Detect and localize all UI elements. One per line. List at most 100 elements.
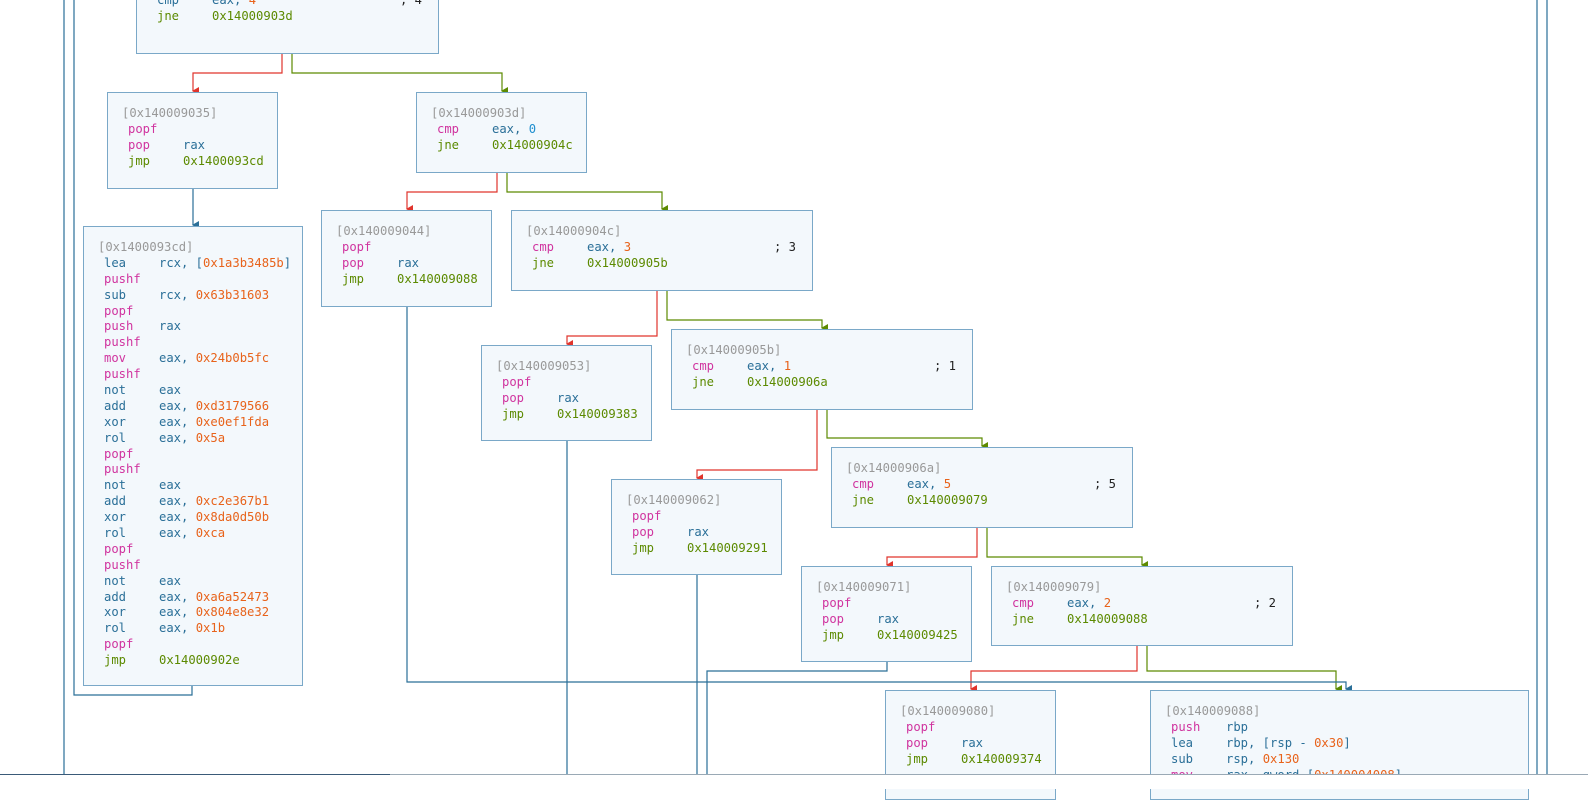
instruction-line[interactable]: popf: [496, 375, 645, 391]
jump-target[interactable]: 0x14000904c: [492, 138, 573, 152]
instruction-line[interactable]: pop rax: [336, 256, 485, 272]
block-0x140009035[interactable]: [0x140009035] popf pop rax jmp 0x1400093cd: [107, 92, 278, 189]
instruction-line[interactable]: rol eax, 0xca: [98, 526, 296, 542]
instruction-line[interactable]: pop rax: [122, 138, 271, 154]
instruction-line[interactable]: push rbp: [1165, 720, 1522, 736]
block-address[interactable]: [0x14000903d]: [431, 106, 580, 122]
jump-target[interactable]: 0x140009425: [877, 628, 958, 642]
block-0x140009071[interactable]: [0x140009071] popf pop rax jmp 0x140009425: [801, 566, 972, 662]
block-address[interactable]: [0x140009071]: [816, 580, 965, 596]
block-top[interactable]: cmp eax, 4 ; 4 jne 0x14000903d: [136, 0, 439, 54]
instruction-line[interactable]: cmp eax, 2 ; 2: [1006, 596, 1286, 612]
instruction-line[interactable]: pop rax: [900, 736, 1049, 752]
instruction-line[interactable]: pop rax: [626, 525, 775, 541]
instruction-line[interactable]: pushf: [98, 462, 296, 478]
instruction-line[interactable]: jmp 0x140009374: [900, 752, 1049, 768]
instruction-line[interactable]: cmp eax, 4 ; 4: [151, 0, 432, 9]
instruction-line[interactable]: jne 0x140009079: [846, 493, 1126, 509]
block-address[interactable]: [0x140009062]: [626, 493, 775, 509]
instruction-line[interactable]: cmp eax, 0: [431, 122, 580, 138]
instruction-line[interactable]: popf: [122, 122, 271, 138]
instruction-line[interactable]: popf: [98, 637, 296, 653]
horizontal-scrollbar[interactable]: [0, 774, 1588, 789]
instruction-line[interactable]: popf: [336, 240, 485, 256]
instruction-line[interactable]: cmp eax, 1 ; 1: [686, 359, 966, 375]
jump-target[interactable]: 0x140009088: [1067, 612, 1148, 626]
block-address[interactable]: [0x14000906a]: [846, 461, 1126, 477]
block-address[interactable]: [0x140009080]: [900, 704, 1049, 720]
block-address[interactable]: [0x140009035]: [122, 106, 271, 122]
block-address[interactable]: [0x140009044]: [336, 224, 485, 240]
jump-target[interactable]: 0x140009291: [687, 541, 768, 555]
instruction-line[interactable]: cmp eax, 5 ; 5: [846, 477, 1126, 493]
instruction-line[interactable]: popf: [816, 596, 965, 612]
jump-target[interactable]: 0x14000905b: [587, 256, 668, 270]
block-address[interactable]: [0x1400093cd]: [98, 240, 296, 256]
block-address[interactable]: [0x14000904c]: [526, 224, 806, 240]
instruction-line[interactable]: add eax, 0xa6a52473: [98, 590, 296, 606]
block-0x14000903d[interactable]: [0x14000903d] cmp eax, 0 jne 0x14000904c: [416, 92, 587, 173]
instruction-line[interactable]: pop rax: [816, 612, 965, 628]
instruction-line[interactable]: popf: [98, 542, 296, 558]
operand: eax,: [159, 414, 196, 429]
instruction-line[interactable]: popf: [98, 447, 296, 463]
instruction-line[interactable]: not eax: [98, 478, 296, 494]
instruction-line[interactable]: mov eax, 0x24b0b5fc: [98, 351, 296, 367]
jump-target[interactable]: 0x140009374: [961, 752, 1042, 766]
block-0x14000905b[interactable]: [0x14000905b] cmp eax, 1 ; 1 jne 0x14000906a: [671, 329, 973, 410]
block-0x140009062[interactable]: [0x140009062] popf pop rax jmp 0x140009291: [611, 479, 782, 575]
instruction-line[interactable]: pushf: [98, 272, 296, 288]
jump-target[interactable]: 0x14000902e: [159, 653, 240, 667]
instruction-line[interactable]: jne 0x140009088: [1006, 612, 1286, 628]
instruction-line[interactable]: xor eax, 0x804e8e32: [98, 605, 296, 621]
instruction-line[interactable]: sub rsp, 0x130: [1165, 752, 1522, 768]
instruction-line[interactable]: lea rbp, [rsp - 0x30]: [1165, 736, 1522, 752]
instruction-line[interactable]: xor eax, 0x8da0d50b: [98, 510, 296, 526]
jump-target[interactable]: 0x14000906a: [747, 375, 828, 389]
instruction-line[interactable]: jmp 0x14000902e: [98, 653, 296, 669]
jump-target[interactable]: 0x140009079: [907, 493, 988, 507]
instruction-line[interactable]: add eax, 0xc2e367b1: [98, 494, 296, 510]
instruction-line[interactable]: pop rax: [496, 391, 645, 407]
instruction-line[interactable]: jmp 0x140009383: [496, 407, 645, 423]
instruction-line[interactable]: jmp 0x140009088: [336, 272, 485, 288]
instruction-line[interactable]: not eax: [98, 574, 296, 590]
instruction-line[interactable]: not eax: [98, 383, 296, 399]
instruction-line[interactable]: add eax, 0xd3179566: [98, 399, 296, 415]
scrollbar-thumb[interactable]: [0, 774, 390, 775]
instruction-line[interactable]: rol eax, 0x5a: [98, 431, 296, 447]
instruction-line[interactable]: lea rcx, [0x1a3b3485b]: [98, 256, 296, 272]
block-address[interactable]: [0x140009079]: [1006, 580, 1286, 596]
jump-target[interactable]: 0x14000903d: [212, 9, 293, 23]
instruction-line[interactable]: cmp eax, 3 ; 3: [526, 240, 806, 256]
block-0x14000906a[interactable]: [0x14000906a] cmp eax, 5 ; 5 jne 0x140009079: [831, 447, 1133, 528]
block-address[interactable]: [0x140009053]: [496, 359, 645, 375]
block-0x140009053[interactable]: [0x140009053] popf pop rax jmp 0x140009383: [481, 345, 652, 441]
instruction-line[interactable]: pushf: [98, 558, 296, 574]
instruction-line[interactable]: rol eax, 0x1b: [98, 621, 296, 637]
instruction-line[interactable]: jne 0x14000903d: [151, 9, 432, 25]
jump-target[interactable]: 0x140009383: [557, 407, 638, 421]
instruction-line[interactable]: jmp 0x1400093cd: [122, 154, 271, 170]
instruction-line[interactable]: xor eax, 0xe0ef1fda: [98, 415, 296, 431]
block-0x140009079[interactable]: [0x140009079] cmp eax, 2 ; 2 jne 0x140009088: [991, 566, 1293, 646]
instruction-line[interactable]: jmp 0x140009291: [626, 541, 775, 557]
block-address[interactable]: [0x140009088]: [1165, 704, 1522, 720]
block-address[interactable]: [0x14000905b]: [686, 343, 966, 359]
block-0x14000904c[interactable]: [0x14000904c] cmp eax, 3 ; 3 jne 0x14000905b: [511, 210, 813, 291]
block-0x1400093cd[interactable]: [0x1400093cd] lea rcx, [0x1a3b3485b] pushf s…: [83, 226, 303, 686]
instruction-line[interactable]: jne 0x14000906a: [686, 375, 966, 391]
jump-target[interactable]: 0x1400093cd: [183, 154, 264, 168]
instruction-line[interactable]: pushf: [98, 335, 296, 351]
instruction-line[interactable]: pushf: [98, 367, 296, 383]
block-0x140009044[interactable]: [0x140009044] popf pop rax jmp 0x140009088: [321, 210, 492, 307]
instruction-line[interactable]: sub rcx, 0x63b31603: [98, 288, 296, 304]
instruction-line[interactable]: popf: [98, 304, 296, 320]
instruction-line[interactable]: jmp 0x140009425: [816, 628, 965, 644]
instruction-line[interactable]: push rax: [98, 319, 296, 335]
instruction-line[interactable]: popf: [626, 509, 775, 525]
jump-target[interactable]: 0x140009088: [397, 272, 478, 286]
instruction-line[interactable]: jne 0x14000905b: [526, 256, 806, 272]
instruction-line[interactable]: jne 0x14000904c: [431, 138, 580, 154]
instruction-line[interactable]: popf: [900, 720, 1049, 736]
